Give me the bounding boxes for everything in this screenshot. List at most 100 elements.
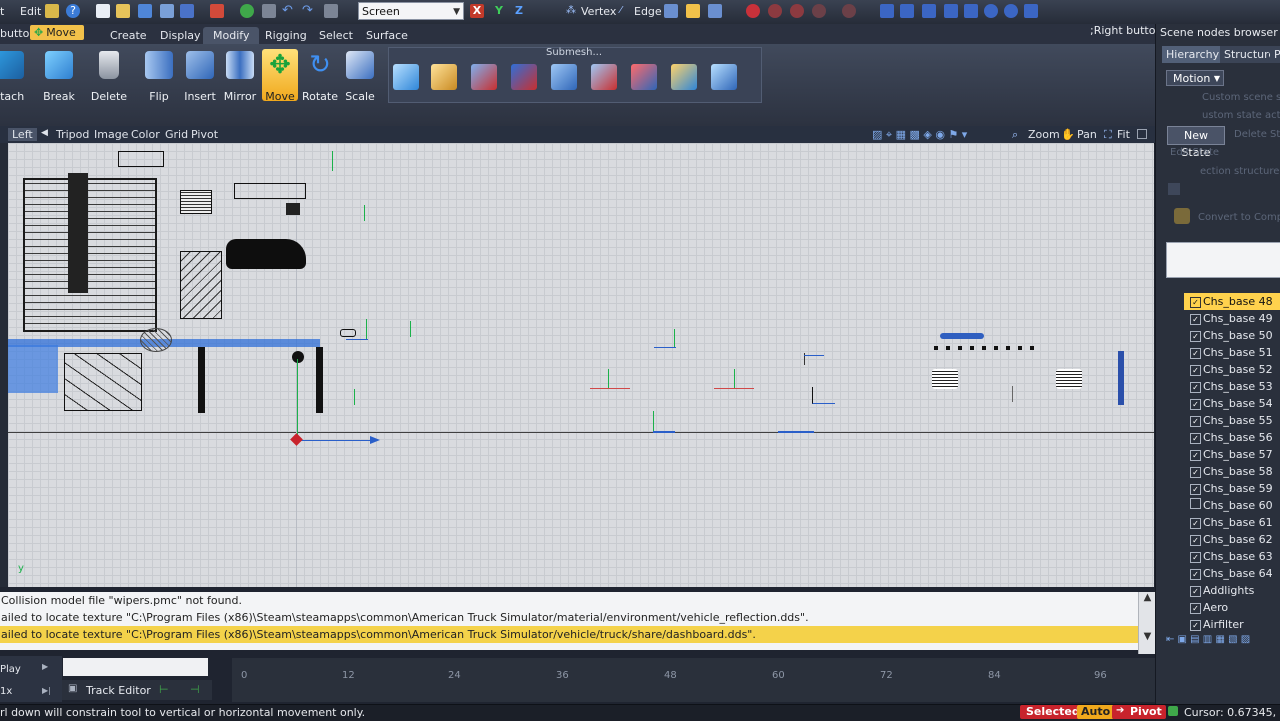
motion-select[interactable]: Motion ▼ [1166, 70, 1224, 86]
list-item[interactable]: ✓ Chs_base 61 [1190, 514, 1273, 531]
grille-wireframe[interactable] [180, 190, 212, 214]
locator-helper[interactable] [366, 319, 367, 339]
submesh-box-icon[interactable] [393, 64, 419, 90]
vertex-mode-button[interactable]: Vertex [581, 5, 616, 18]
tab-surface[interactable]: Surface [356, 27, 418, 44]
tab-select[interactable]: Select [309, 27, 363, 44]
pivot-x-axis[interactable] [297, 440, 377, 441]
step-icon[interactable]: ▶| [42, 686, 51, 695]
magnet-icon[interactable] [746, 4, 760, 18]
fuel-tank-wireframe[interactable] [64, 353, 142, 411]
checkbox[interactable]: ✓ [1190, 535, 1201, 546]
leg-wireframe[interactable] [316, 347, 323, 413]
delete-state-button[interactable]: Delete St [1234, 129, 1280, 140]
menu-partial[interactable]: t [0, 5, 4, 18]
pan-button[interactable]: Pan [1077, 128, 1097, 141]
leg-wireframe[interactable] [198, 347, 205, 413]
zoom-button[interactable]: Zoom [1028, 128, 1060, 141]
visor-wireframe[interactable] [940, 333, 984, 339]
cab-wireframe[interactable] [23, 178, 157, 332]
locator-helper[interactable] [674, 329, 675, 347]
part-wireframe[interactable] [118, 151, 164, 167]
checkbox[interactable]: ✓ [1190, 365, 1201, 376]
node-list-toolbar[interactable]: ⇤ ▣ ▤ ▥ ▦ ▧ ▨ [1166, 634, 1280, 650]
viewport-left[interactable]: y [8, 143, 1154, 587]
list-item-selected[interactable]: ✓ Chs_base 48 [1184, 293, 1280, 310]
checkbox[interactable]: ✓ [1190, 450, 1201, 461]
torus-icon[interactable] [1004, 4, 1018, 18]
undo-icon[interactable]: ↶ [282, 4, 296, 18]
fit-button[interactable]: Fit [1117, 128, 1130, 141]
locator-helper[interactable] [812, 387, 835, 404]
panel-wireframe[interactable] [234, 183, 306, 199]
checkbox[interactable]: ✓ [1190, 620, 1201, 631]
tab-p[interactable]: P [1270, 46, 1280, 63]
list-item[interactable]: ✓ Chs_base 53 [1190, 378, 1273, 395]
axis-y-icon[interactable]: Y [492, 4, 506, 18]
checkbox[interactable]: ✓ [1190, 314, 1201, 325]
checkbox[interactable]: ✓ [1190, 348, 1201, 359]
marker-lights-wireframe[interactable] [934, 346, 1034, 350]
wrench-icon[interactable] [45, 4, 59, 18]
insert-button[interactable]: Insert [180, 49, 220, 103]
list-tool-icon[interactable]: ⇤ ▣ ▤ ▥ ▦ ▧ ▨ [1166, 634, 1250, 645]
list-item[interactable]: ✓ Chs_base 54 [1190, 395, 1273, 412]
tab-create[interactable]: Create [100, 27, 157, 44]
frame-icon[interactable] [262, 4, 276, 18]
move-button[interactable]: ✥ Move [262, 49, 298, 103]
selected-part[interactable] [8, 345, 58, 393]
timeline-track[interactable] [232, 684, 1280, 702]
snap-edge-icon[interactable] [812, 4, 826, 18]
timeline-ruler[interactable]: 0 12 24 36 48 60 72 84 96 108 [232, 658, 1277, 684]
locator-helper[interactable] [354, 389, 355, 405]
submesh-detach-icon[interactable] [631, 64, 657, 90]
submesh-paint-icon[interactable] [431, 64, 457, 90]
tab-hierarchy[interactable]: Hierarchy [1162, 46, 1224, 63]
locator-helper[interactable] [653, 411, 654, 433]
submesh-explode-icon[interactable] [471, 64, 497, 90]
lamp-wireframe[interactable] [932, 369, 958, 389]
checkbox[interactable]: ✓ [1190, 484, 1201, 495]
locator-helper[interactable] [364, 205, 365, 221]
copy-icon[interactable] [324, 4, 338, 18]
log-scrollbar[interactable]: ▲ ▼ [1138, 592, 1156, 654]
pivot-y-axis[interactable] [297, 359, 298, 439]
helper-icon[interactable] [1024, 4, 1038, 18]
object-mode-icon[interactable] [686, 4, 700, 18]
color-menu[interactable]: Color [131, 128, 160, 141]
list-item[interactable]: Chs_base 60 [1190, 497, 1273, 514]
submesh-material-icon[interactable] [671, 64, 697, 90]
coordinate-space-select[interactable]: Screen ▼ [358, 2, 464, 20]
face-mode-icon[interactable] [664, 4, 678, 18]
list-item[interactable]: ✓ Chs_base 59 [1190, 480, 1273, 497]
keyframe-end-icon[interactable]: ⊣ [190, 683, 200, 696]
checkbox[interactable]: ✓ [1190, 399, 1201, 410]
refresh-icon[interactable] [240, 4, 254, 18]
small-part-wireframe[interactable] [286, 203, 300, 215]
scroll-up-icon[interactable]: ▲ [1139, 592, 1156, 603]
output-log[interactable]: Collision model file "wipers.pmc" not fo… [0, 592, 1139, 650]
edge-mode-button[interactable]: Edge [634, 5, 662, 18]
scroll-down-icon[interactable]: ▼ [1139, 631, 1156, 642]
sphere-wireframe[interactable] [140, 328, 172, 352]
locator-helper[interactable] [346, 339, 368, 340]
cylinder-icon[interactable] [964, 4, 978, 18]
lock-icon[interactable] [1168, 183, 1180, 195]
sphere-icon[interactable] [984, 4, 998, 18]
locator-helper[interactable] [653, 431, 675, 433]
tab-modify[interactable]: Modify [203, 27, 260, 44]
new-file-icon[interactable] [96, 4, 110, 18]
play-mode-select[interactable]: Play [0, 664, 21, 675]
locator-helper[interactable] [734, 369, 735, 389]
flip-button[interactable]: Flip [139, 49, 179, 103]
camera-icon[interactable] [900, 4, 914, 18]
tripod-menu[interactable]: Tripod [56, 128, 89, 141]
snap-vertex-icon[interactable] [790, 4, 804, 18]
chevron-left-icon[interactable]: ◀ [41, 128, 48, 138]
joint-wireframe[interactable] [292, 351, 304, 363]
checkbox[interactable]: ✓ [1190, 552, 1201, 563]
locator-helper[interactable] [654, 347, 676, 348]
break-button[interactable]: Break [39, 49, 79, 103]
list-item[interactable]: ✓ Aero [1190, 599, 1228, 616]
maximize-icon[interactable] [1137, 129, 1147, 139]
